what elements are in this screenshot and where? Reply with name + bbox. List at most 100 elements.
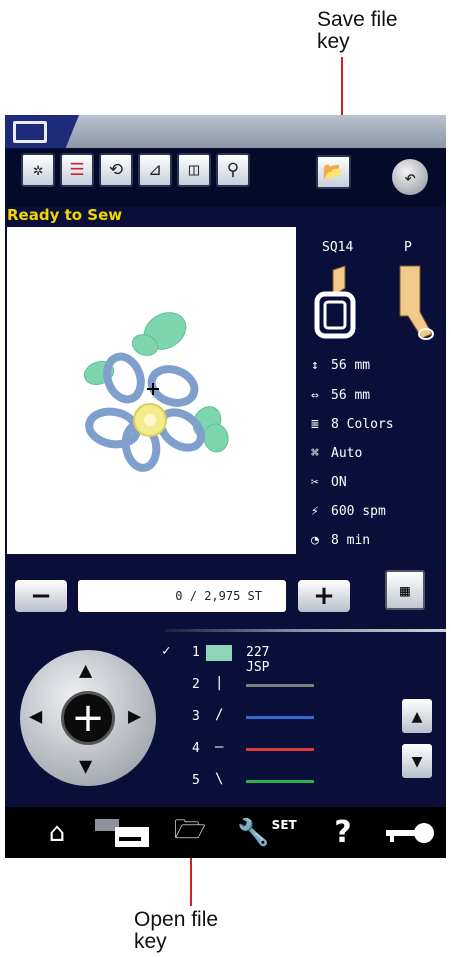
stitch-counter: 0 / 2,975 ST	[78, 580, 286, 612]
cutter-row: ✂ ON	[311, 475, 347, 490]
spool-icon: ≣	[311, 417, 319, 432]
plus-icon: +	[71, 695, 105, 741]
needle-diagonal-icon: /	[215, 707, 224, 723]
thread-settings-button[interactable]: ▦	[385, 570, 425, 610]
key-icon	[386, 822, 434, 843]
settings-button[interactable]: 🔧 SET	[232, 807, 302, 858]
save-file-annotation-line2: key	[317, 30, 350, 53]
lock-button[interactable]	[383, 807, 437, 858]
sewing-machine-icon	[95, 818, 149, 847]
time-row: ◔ 8 min	[311, 533, 370, 548]
mode-value: Auto	[331, 446, 363, 461]
jog-up-button[interactable]: ▲	[79, 660, 92, 682]
thread-number: 1	[192, 645, 200, 660]
pattern-area-button[interactable]: ⟲	[99, 153, 133, 187]
machine-icon	[13, 121, 47, 143]
presser-foot-icon: ⚲	[226, 160, 240, 180]
thread-number: 5	[192, 773, 200, 788]
home-button[interactable]: ⌂	[37, 807, 77, 858]
open-file-annotation-line2: key	[134, 930, 167, 953]
return-arrow-icon: ↶	[403, 165, 417, 189]
hoop-name: SQ14	[322, 240, 354, 255]
save-file-annotation-line1: Save file	[317, 8, 398, 31]
hoop-jog-pad: ▲ ▼ ◀ ▶ +	[20, 650, 156, 786]
tension-icon: ⌘	[311, 446, 319, 461]
stitch-back-button[interactable]: −	[15, 580, 67, 612]
open-file-annotation: Open file key	[134, 909, 218, 953]
scroll-up-button[interactable]: ▲	[402, 699, 432, 733]
color-palette-icon: ✲	[32, 160, 44, 180]
needle-horizontal-icon: —	[215, 739, 224, 755]
clock-icon: ◔	[311, 533, 319, 548]
thread-number: 3	[192, 709, 200, 724]
color-list-icon: ☰	[69, 160, 85, 180]
up-arrow-icon: ▲	[411, 705, 423, 727]
set-label: SET	[271, 817, 297, 832]
hoop-diagram-icon	[314, 265, 356, 339]
mode-row: ⌘ Auto	[311, 446, 362, 461]
thread-number: 2	[192, 677, 200, 692]
time-value: 8 min	[331, 533, 371, 548]
thread-number: 4	[192, 741, 200, 756]
presser-foot-button[interactable]: ⚲	[216, 153, 250, 187]
down-arrow-icon: ▼	[411, 750, 423, 772]
trace-button[interactable]: ⊿	[138, 153, 172, 187]
cutter-value: ON	[331, 475, 347, 490]
height-row: ↕ 56 mm	[311, 358, 370, 373]
save-file-annotation: Save file key	[317, 9, 398, 53]
folder-save-icon: 📂	[322, 162, 345, 182]
runner-icon: ⚡	[311, 504, 319, 519]
width-row: ⇔ 56 mm	[311, 388, 370, 403]
height-icon: ↕	[311, 358, 319, 373]
speed-row: ⚡ 600 spm	[311, 504, 386, 519]
title-bar	[5, 115, 446, 148]
save-file-button[interactable]: 📂	[316, 155, 351, 189]
colors-value: 8 Colors	[331, 417, 394, 432]
hoop-position-button[interactable]: ◫	[177, 153, 211, 187]
color-palette-button[interactable]: ✲	[21, 153, 55, 187]
open-file-button[interactable]: 🗁	[168, 807, 212, 858]
bottom-bar: ⌂ 🗁 🔧 SET ?	[5, 807, 446, 858]
thread-code: 227 JSP	[246, 645, 270, 675]
jog-left-button[interactable]: ◀	[29, 706, 42, 728]
colors-row: ≣ 8 Colors	[311, 417, 394, 432]
scissors-icon: ✂	[311, 475, 319, 490]
flower-design	[83, 312, 229, 472]
mode-tab	[5, 115, 79, 148]
thread-color-swatch	[206, 645, 232, 661]
needle-vertical-icon: |	[215, 675, 224, 691]
scroll-down-button[interactable]: ▼	[402, 744, 432, 778]
thread-bar	[246, 716, 314, 719]
sewing-machine-screen: ✲ ☰ ⟲ ⊿ ◫ ⚲ 📂 ↶ Ready to Sew SQ14 P ↕ 56…	[5, 115, 446, 858]
jog-right-button[interactable]: ▶	[128, 706, 141, 728]
thread-bar	[246, 780, 314, 783]
pattern-preview	[7, 227, 296, 554]
thread-bar	[246, 748, 314, 751]
back-button[interactable]: ↶	[392, 159, 428, 195]
stitch-counter-bar: − 0 / 2,975 ST +	[15, 580, 351, 614]
wrench-icon: 🔧	[237, 817, 270, 848]
width-value: 56 mm	[331, 388, 371, 403]
presser-foot-diagram-icon	[399, 265, 434, 340]
mode-switch-button[interactable]	[87, 807, 157, 858]
trace-icon: ⊿	[147, 160, 163, 180]
speed-value: 600 spm	[331, 504, 386, 519]
folder-open-icon: 🗁	[173, 814, 207, 845]
height-value: 56 mm	[331, 358, 371, 373]
jog-center-button[interactable]: +	[61, 691, 115, 745]
needle-backslash-icon: \	[215, 771, 224, 787]
home-icon: ⌂	[48, 817, 66, 848]
width-icon: ⇔	[311, 388, 319, 403]
hoop-icon: ◫	[188, 160, 200, 180]
thread-calculator-icon: ▦	[400, 580, 410, 600]
rotate-frame-icon: ⟲	[108, 160, 124, 180]
open-file-annotation-line1: Open file	[134, 908, 219, 931]
stitch-forward-button[interactable]: +	[298, 580, 350, 612]
check-icon: ✓	[162, 643, 171, 659]
help-button[interactable]: ?	[325, 807, 361, 858]
color-list-button[interactable]: ☰	[60, 153, 94, 187]
status-text: Ready to Sew	[7, 206, 123, 224]
presser-foot-name: P	[404, 240, 412, 255]
jog-down-button[interactable]: ▼	[79, 756, 92, 778]
thread-bar	[246, 684, 314, 687]
